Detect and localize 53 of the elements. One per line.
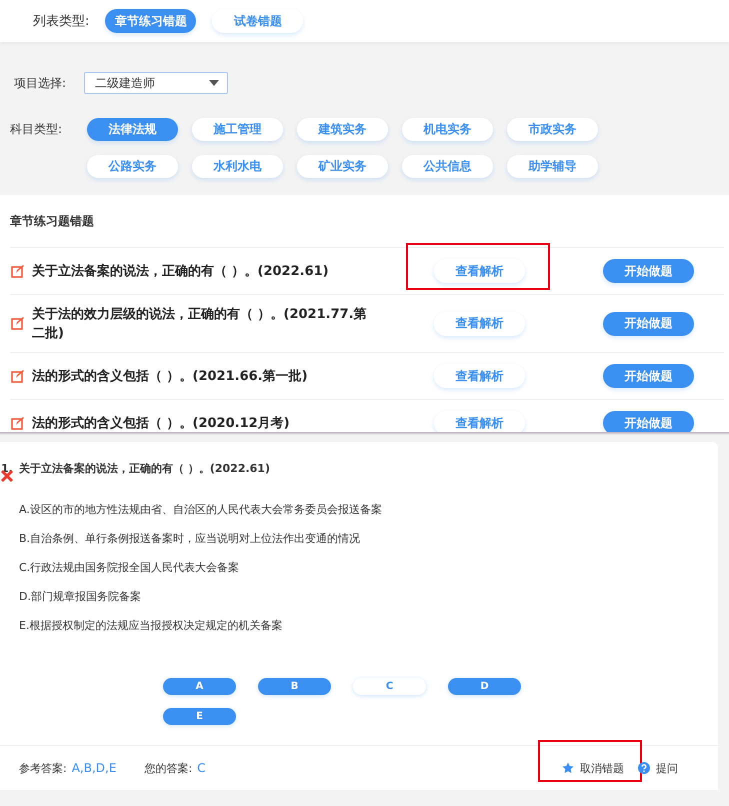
choice-button[interactable]: D (448, 678, 521, 695)
subject-tab[interactable]: 公路实务 (87, 155, 178, 178)
star-icon (562, 762, 574, 774)
subject-tab[interactable]: 矿业实务 (297, 155, 388, 178)
subject-tab[interactable]: 助学辅导 (507, 155, 598, 178)
list-type-label: 列表类型: (33, 13, 90, 30)
subject-tab[interactable]: 建筑实务 (297, 118, 388, 141)
view-analysis-button[interactable]: 查看解析 (434, 411, 525, 432)
project-select[interactable]: 二级建造师 (84, 72, 228, 94)
subject-tab[interactable]: 水利水电 (192, 155, 283, 178)
your-answer: C (197, 761, 206, 775)
question-title: 关于立法备案的说法，正确的有（ ）。(2022.61) (19, 460, 270, 476)
start-button[interactable]: 开始做题 (603, 364, 694, 388)
answer-option: C.行政法规由国务院报全国人民代表大会备案 (19, 560, 718, 576)
subject-tab[interactable]: 机电实务 (402, 118, 493, 141)
question-title[interactable]: 关于立法备案的说法，正确的有（ ）。(2022.61) (32, 262, 392, 280)
question-title[interactable]: 法的形式的含义包括（ ）。(2021.66.第一批) (32, 366, 392, 386)
subject-label: 科目类型: (10, 121, 64, 138)
list-type-tab[interactable]: 试卷错题 (212, 9, 304, 33)
question-title[interactable]: 法的形式的含义包括（ ）。(2020.12月考) (32, 414, 392, 432)
project-label: 项目选择: (14, 74, 68, 92)
start-button[interactable]: 开始做题 (603, 259, 694, 283)
section-title: 章节练习题错题 (10, 195, 724, 248)
edit-icon (11, 317, 24, 330)
choice-button[interactable]: C (353, 678, 426, 695)
list-type-tab[interactable]: 章节练习错题 (105, 9, 196, 33)
choice-button[interactable]: E (163, 708, 236, 725)
start-button[interactable]: 开始做题 (603, 312, 694, 336)
help-icon (638, 762, 650, 774)
view-analysis-button[interactable]: 查看解析 (434, 259, 525, 283)
question-title[interactable]: 关于法的效力层级的说法，正确的有（ ）。(2021.77.第二批) (32, 304, 392, 342)
answer-option: E.根据授权制定的法规应当报授权决定规定的机关备案 (19, 618, 718, 634)
subject-tab[interactable]: 法律法规 (87, 118, 178, 141)
edit-icon (11, 370, 24, 382)
subject-tab[interactable]: 施工管理 (192, 118, 283, 141)
edit-icon (11, 264, 24, 278)
reference-label: 参考答案: (19, 760, 67, 776)
view-analysis-button[interactable]: 查看解析 (434, 312, 525, 336)
action-link[interactable]: 取消错题 (580, 760, 624, 776)
reference-answer: A,B,D,E (72, 761, 116, 775)
answer-option: A.设区的市的地方性法规由省、自治区的人民代表大会常务委员会报送备案 (19, 502, 718, 518)
choice-button[interactable]: A (163, 678, 236, 695)
subject-tab[interactable]: 市政实务 (507, 118, 598, 141)
answer-option: B.自治条例、单行条例报送备案时，应当说明对上位法作出变通的情况 (19, 531, 718, 547)
subject-tab[interactable]: 公共信息 (402, 155, 493, 178)
edit-icon (11, 416, 24, 430)
your-answer-label: 您的答案: (144, 760, 192, 776)
caret-icon (209, 80, 219, 86)
start-button[interactable]: 开始做题 (603, 411, 694, 432)
choice-button[interactable]: B (258, 678, 331, 695)
answer-option: D.部门规章报国务院备案 (19, 589, 718, 605)
view-analysis-button[interactable]: 查看解析 (434, 364, 525, 388)
action-link[interactable]: 提问 (656, 760, 678, 776)
